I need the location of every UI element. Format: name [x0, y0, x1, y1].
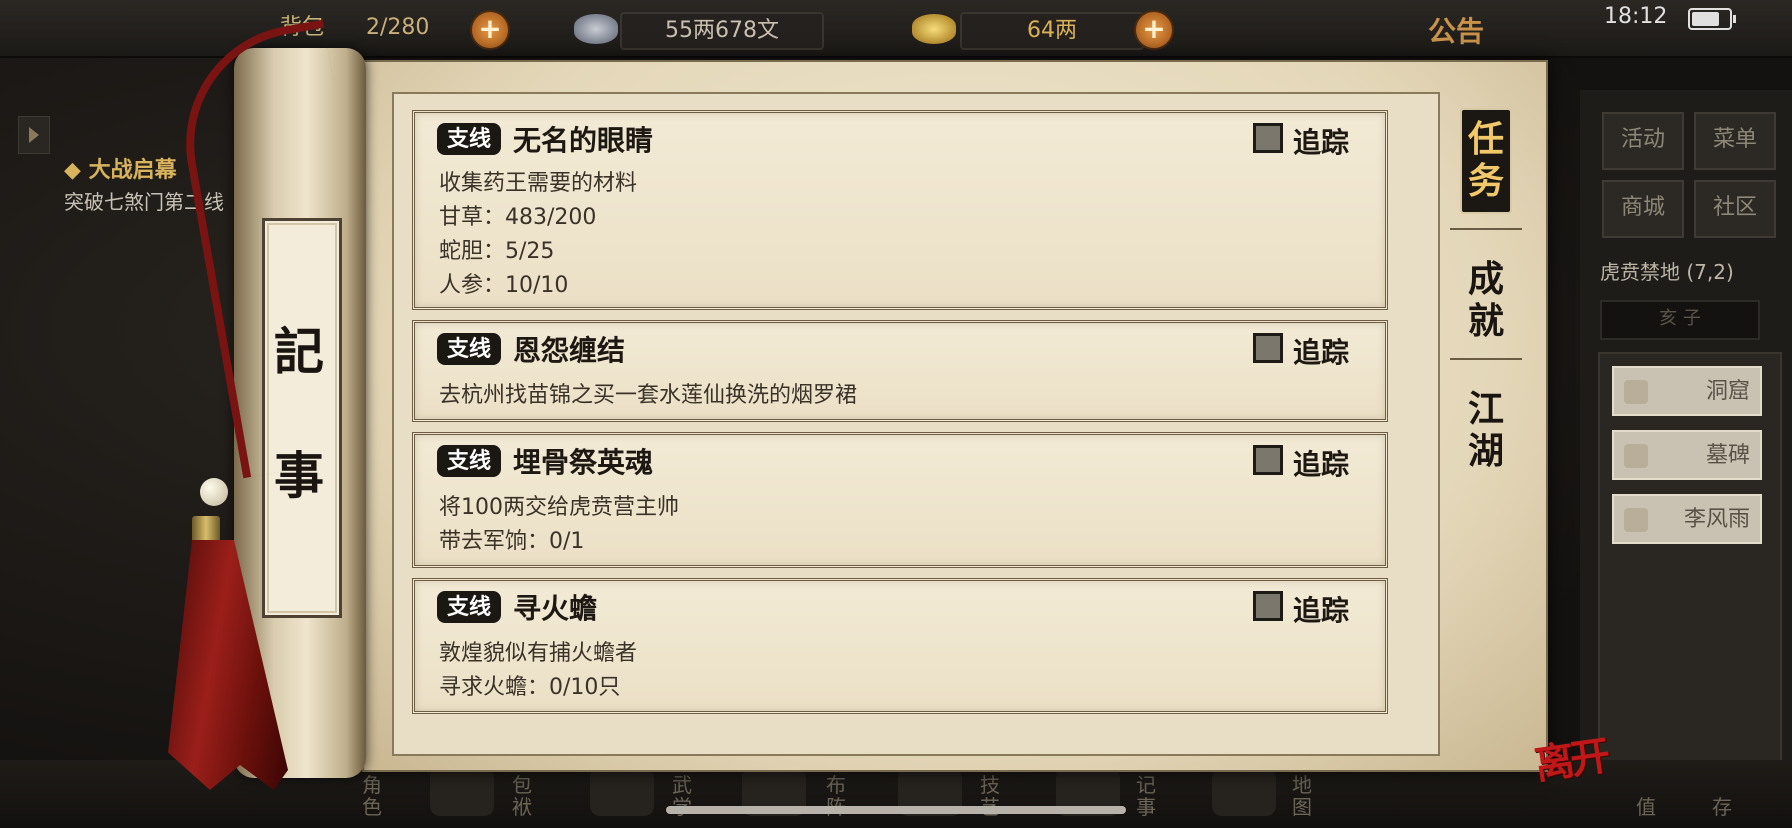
track-label: 追踪 — [1293, 448, 1350, 481]
nearby-item-label: 李风雨 — [1683, 507, 1750, 532]
compass-strip: 亥 子 — [1600, 300, 1760, 340]
quest-title: 寻火蟾 — [513, 592, 598, 625]
tab-divider — [1450, 358, 1522, 360]
tassel-bead — [200, 478, 228, 506]
nearby-list: 洞窟 墓碑 李风雨 — [1598, 352, 1782, 766]
clock: 18:12 — [1604, 4, 1668, 29]
nav-bag[interactable]: 包袱 — [512, 774, 540, 818]
community-button[interactable]: 社区 — [1694, 180, 1776, 238]
battery-icon — [1688, 8, 1736, 30]
house-icon — [1624, 380, 1648, 404]
silver-amount: 55两678文 — [620, 12, 824, 50]
quest-title: 无名的眼睛 — [513, 124, 654, 157]
quest-type-tag: 支线 — [437, 445, 501, 477]
silver-icon — [574, 14, 618, 44]
quest-card[interactable]: 支线 恩怨缠结 追踪 去杭州找苗锦之买一套水莲仙换洗的烟罗裙 — [412, 320, 1388, 422]
quest-line: 将100两交给虎贲营主帅 — [439, 495, 679, 520]
quest-card[interactable]: 支线 埋骨祭英魂 追踪 将100两交给虎贲营主帅 带去军饷：0/1 — [412, 432, 1388, 568]
tab-quests[interactable]: 任务 — [1460, 108, 1512, 214]
moon-icon — [1624, 444, 1648, 468]
track-checkbox[interactable] — [1253, 591, 1283, 621]
expand-arrow-icon[interactable] — [18, 116, 50, 154]
books-icon[interactable] — [590, 768, 654, 816]
quest-card[interactable]: 支线 无名的眼睛 追踪 收集药王需要的材料 甘草：483/200 蛇胆：5/25… — [412, 110, 1388, 310]
map-icon[interactable] — [1212, 768, 1276, 816]
nearby-item-cave[interactable]: 洞窟 — [1612, 366, 1762, 416]
quest-line: 甘草：483/200 — [439, 205, 597, 230]
tab-jianghu[interactable]: 江湖 — [1460, 388, 1512, 472]
bag-icon[interactable] — [430, 768, 494, 816]
tab-achievements[interactable]: 成就 — [1460, 258, 1512, 342]
nearby-item-label: 洞窟 — [1705, 379, 1750, 404]
location-label: 虎贲禁地 (7,2) — [1600, 260, 1734, 284]
quest-card[interactable]: 支线 寻火蟾 追踪 敦煌貌似有捕火蟾者 寻求火蟾：0/10只 — [412, 578, 1388, 714]
backpack-count: 2/280 — [366, 15, 430, 40]
nav-journal[interactable]: 记事 — [1136, 774, 1164, 818]
track-checkbox[interactable] — [1253, 123, 1283, 153]
track-label: 追踪 — [1293, 336, 1350, 369]
quest-title: 恩怨缠结 — [513, 334, 626, 367]
quest-line: 寻求火蟾：0/10只 — [439, 675, 621, 700]
track-label: 追踪 — [1293, 594, 1350, 627]
nav-map[interactable]: 地图 — [1292, 774, 1320, 818]
gold-ingot-icon — [912, 14, 956, 44]
activity-button[interactable]: 活动 — [1602, 112, 1684, 170]
leave-button[interactable]: 离开 — [1530, 723, 1610, 790]
quest-type-tag: 支线 — [437, 591, 501, 623]
nearby-item-tombstone[interactable]: 墓碑 — [1612, 430, 1762, 480]
battery-fill — [1692, 12, 1719, 26]
quest-line: 收集药王需要的材料 — [439, 171, 638, 196]
announcement-button[interactable]: 公告 — [1428, 10, 1484, 50]
nav-character[interactable]: 角色 — [362, 774, 390, 818]
nav-value[interactable]: 值 — [1636, 796, 1664, 818]
quest-line: 去杭州找苗锦之买一套水莲仙换洗的烟罗裙 — [439, 383, 858, 408]
quest-title: 埋骨祭英魂 — [513, 446, 654, 479]
track-checkbox[interactable] — [1253, 333, 1283, 363]
quest-line: 带去军饷：0/1 — [439, 529, 585, 554]
menu-button[interactable]: 菜单 — [1694, 112, 1776, 170]
quest-type-tag: 支线 — [437, 123, 501, 155]
nearby-item-label: 墓碑 — [1705, 443, 1750, 468]
tab-divider — [1450, 228, 1522, 230]
quest-line: 敦煌貌似有捕火蟾者 — [439, 641, 638, 666]
nav-save[interactable]: 存 — [1712, 796, 1740, 818]
home-indicator — [666, 806, 1126, 814]
gold-amount: 64两 — [960, 12, 1144, 50]
backpack-add-button[interactable]: + — [470, 10, 510, 50]
shop-button[interactable]: 商城 — [1602, 180, 1684, 238]
track-label: 追踪 — [1293, 126, 1350, 159]
person-icon — [1624, 508, 1648, 532]
track-checkbox[interactable] — [1253, 445, 1283, 475]
quest-line: 蛇胆：5/25 — [439, 239, 555, 264]
quest-line: 人参：10/10 — [439, 273, 569, 298]
quest-type-tag: 支线 — [437, 333, 501, 365]
nearby-item-npc[interactable]: 李风雨 — [1612, 494, 1762, 544]
gold-add-button[interactable]: + — [1134, 10, 1174, 50]
